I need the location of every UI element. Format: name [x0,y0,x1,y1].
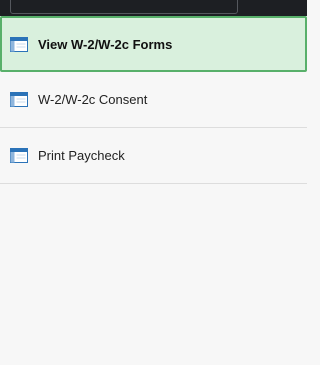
form-page-icon [10,92,28,107]
form-page-icon [10,36,28,52]
nav-item-w2-consent[interactable]: W-2/W-2c Consent [0,72,307,128]
nav-item-view-w2-forms[interactable]: View W-2/W-2c Forms [0,16,307,72]
nav-item-label: Print Paycheck [38,148,125,163]
nav-item-label: W-2/W-2c Consent [38,92,148,107]
top-bar [0,0,307,16]
form-page-icon [10,148,28,163]
nav-item-label: View W-2/W-2c Forms [38,36,173,52]
top-input-box[interactable] [10,0,238,14]
nav-list: View W-2/W-2c Forms W-2/W-2c Consent Pri… [0,16,307,184]
nav-item-print-paycheck[interactable]: Print Paycheck [0,128,307,184]
